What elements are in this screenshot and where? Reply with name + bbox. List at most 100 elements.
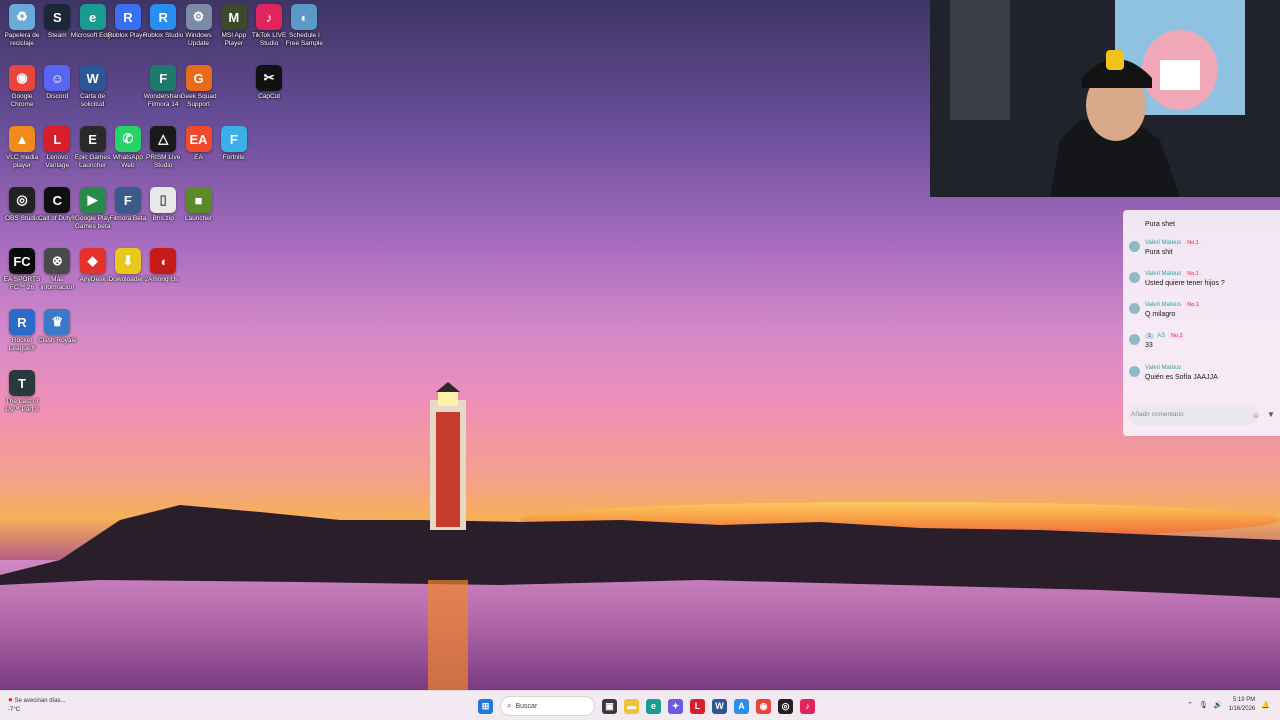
schedule-i-icon: ◐ [291, 4, 318, 30]
chat-username[interactable]: Valeri Mateus [1145, 271, 1181, 277]
capcut-icon: ✂ [256, 65, 283, 91]
avatar[interactable] [1129, 272, 1140, 283]
chat-username[interactable]: Valeri Mateus [1145, 302, 1181, 308]
epic-games-icon: E [79, 126, 106, 152]
avatar[interactable] [1129, 241, 1140, 252]
start-button[interactable]: ⊞ [478, 698, 493, 714]
recycle-bin-icon: ♻ [9, 4, 35, 30]
microphone-icon[interactable]: 🎙 [1199, 701, 1208, 709]
desktop-icon[interactable]: F Fortnite [216, 126, 252, 162]
chat-username[interactable]: Valeri Mateus [1145, 240, 1181, 246]
lenovo-taskbar-icon[interactable]: L [690, 698, 705, 714]
desktop-icon-label: CapCut [258, 93, 281, 100]
chat-message: 1 AS No.2 33 [1129, 333, 1186, 349]
system-tray: ⌃ 🎙 🔊 5:19 PM 1/16/2026 🔔 [1187, 696, 1270, 714]
windows-update-icon: ⚙ [185, 4, 212, 30]
desktop-icon[interactable]: △ PRISM Live Studio [145, 126, 181, 170]
copilot-icon[interactable]: ✦ [668, 698, 683, 714]
speaker-icon[interactable]: 🔊 [1214, 701, 1223, 709]
clash-royale-icon: ♛ [44, 309, 71, 335]
edge-icon: e [79, 4, 106, 30]
rank-badge: No.1 [1184, 302, 1202, 308]
desktop-icon-label: Geek Squad Support [180, 93, 217, 108]
tiktok-taskbar-icon[interactable]: ♪ [800, 698, 815, 714]
desktop-icon[interactable]: ▶ Google Play Games beta [75, 187, 111, 231]
clock[interactable]: 5:19 PM 1/16/2026 [1229, 696, 1256, 714]
weather-widget[interactable]: ● Se avecinan días... -7°C [8, 695, 66, 715]
geek-squad-icon: G [185, 65, 212, 91]
taskbar-apps: ⊞ ⌕ Buscar ▣ ▬ e ✦ L W A ◉ ◎ ♪ [478, 696, 815, 716]
task-view-icon[interactable]: ▣ [602, 698, 617, 714]
avatar[interactable] [1129, 366, 1140, 377]
weather-temp: -7°C [8, 707, 21, 713]
desktop-icon[interactable]: ♛ Clash Royale [38, 309, 77, 345]
chevron-up-icon[interactable]: ⌃ [1187, 701, 1193, 709]
desktop-icon[interactable]: ◉ Google Chrome [4, 65, 40, 109]
chat-message-text: 33 [1145, 342, 1153, 349]
desktop-icon-label: Carta de solicitud [80, 93, 106, 108]
chat-username[interactable]: AS [1157, 333, 1165, 339]
obs-icon: ◎ [9, 187, 35, 213]
notification-bell-icon[interactable]: 🔔 [1261, 701, 1270, 709]
desktop-icon[interactable]: T The Last of Us™ Part II [4, 370, 40, 414]
roblox-icon: R [114, 4, 141, 30]
avatar[interactable] [1129, 303, 1140, 314]
level-badge: 1 [1145, 333, 1155, 339]
chat-message: Valeri Mateus Quién es Sofía JAAJJA [1129, 365, 1218, 381]
filter-icon[interactable]: ▼ [1267, 410, 1275, 419]
rank-badge: No.1 [1184, 240, 1202, 246]
desktop-icon[interactable]: W Carta de solicitud [75, 65, 111, 109]
filmora-icon: F [150, 65, 177, 91]
emoji-icon[interactable]: ☺ [1252, 411, 1260, 420]
call-of-duty-icon: C [44, 187, 71, 213]
desktop-icon-label: Among Us [148, 276, 179, 283]
edge-taskbar-icon[interactable]: e [646, 698, 661, 714]
chat-username[interactable]: Valeri Mateus [1145, 365, 1181, 371]
desktop-icon[interactable]: ◐ Schedule I Free Sample [286, 4, 323, 48]
zip-file-icon: ▯ [150, 187, 177, 213]
taskbar-search[interactable]: ⌕ Buscar [500, 696, 595, 716]
prism-icon: △ [150, 126, 177, 152]
desktop-icon[interactable]: ■ Launcher [181, 187, 217, 223]
chat-top-message: Pura shet [1145, 221, 1175, 228]
ea-icon: EA [185, 126, 212, 152]
roblox-studio-icon: R [150, 4, 177, 30]
live-chat-panel: Pura shet Valeri Mateus No.1 Pura shit Vale… [1123, 210, 1280, 436]
store-taskbar-icon[interactable]: A [734, 698, 749, 714]
rank-badge: No.2 [1168, 333, 1186, 339]
desktop-icon[interactable]: G Geek Squad Support [180, 65, 217, 109]
comment-input[interactable]: Añadir comentario [1128, 405, 1258, 425]
desktop-icon[interactable]: ✂ CapCut [251, 65, 287, 101]
obs-taskbar-icon[interactable]: ◎ [778, 698, 793, 714]
desktop-icon[interactable]: R Rocket League® [4, 309, 40, 353]
discord-icon: ☺ [44, 65, 71, 91]
desktop-icon-label: Launcher [184, 215, 213, 222]
chat-message: Valeri Mateus No.1 Q milagro [1129, 302, 1202, 318]
msi-app-player-icon: M [220, 4, 247, 30]
weather-alert-icon: ● [8, 695, 13, 704]
desktop-icon[interactable]: ⊗ Más información [39, 248, 75, 292]
desktop-icon[interactable]: ◖ Among Us [145, 248, 181, 284]
google-play-games-icon: ▶ [79, 187, 106, 213]
lenovo-vantage-icon: L [44, 126, 71, 152]
chat-message-text: Q milagro [1145, 311, 1176, 318]
search-label: Buscar [515, 702, 538, 710]
fortnite-icon: F [220, 126, 247, 152]
chat-message: Valeri Mateus No.1 Usted quiere tener hijo… [1129, 271, 1225, 287]
chrome-taskbar-icon[interactable]: ◉ [756, 698, 771, 714]
vlc-icon: ▲ [9, 126, 35, 152]
desktop-icon-label: The Last of Us™ Part II [5, 398, 39, 413]
idownloader-icon: ⬇ [114, 248, 141, 274]
anydesk-icon: ◆ [79, 248, 106, 274]
avatar[interactable] [1129, 334, 1140, 345]
chat-message: Valeri Mateus No.1 Pura shit [1129, 240, 1202, 256]
desktop-icon[interactable]: ♻ Papelera de reciclaje [4, 4, 40, 48]
desktop-icon-label: Clash Royale [37, 337, 77, 344]
clock-date: 1/16/2026 [1228, 706, 1256, 712]
word-taskbar-icon[interactable]: W [712, 698, 727, 714]
search-icon: ⌕ [507, 701, 512, 710]
taskbar: ● Se avecinan días... -7°C ⊞ ⌕ Buscar ▣ … [0, 690, 1280, 720]
word-doc-icon: W [79, 65, 106, 91]
desktop-icon-grid: ♻ Papelera de reciclaje S Steam e Microsoft E… [0, 0, 330, 690]
file-explorer-icon[interactable]: ▬ [624, 698, 639, 714]
